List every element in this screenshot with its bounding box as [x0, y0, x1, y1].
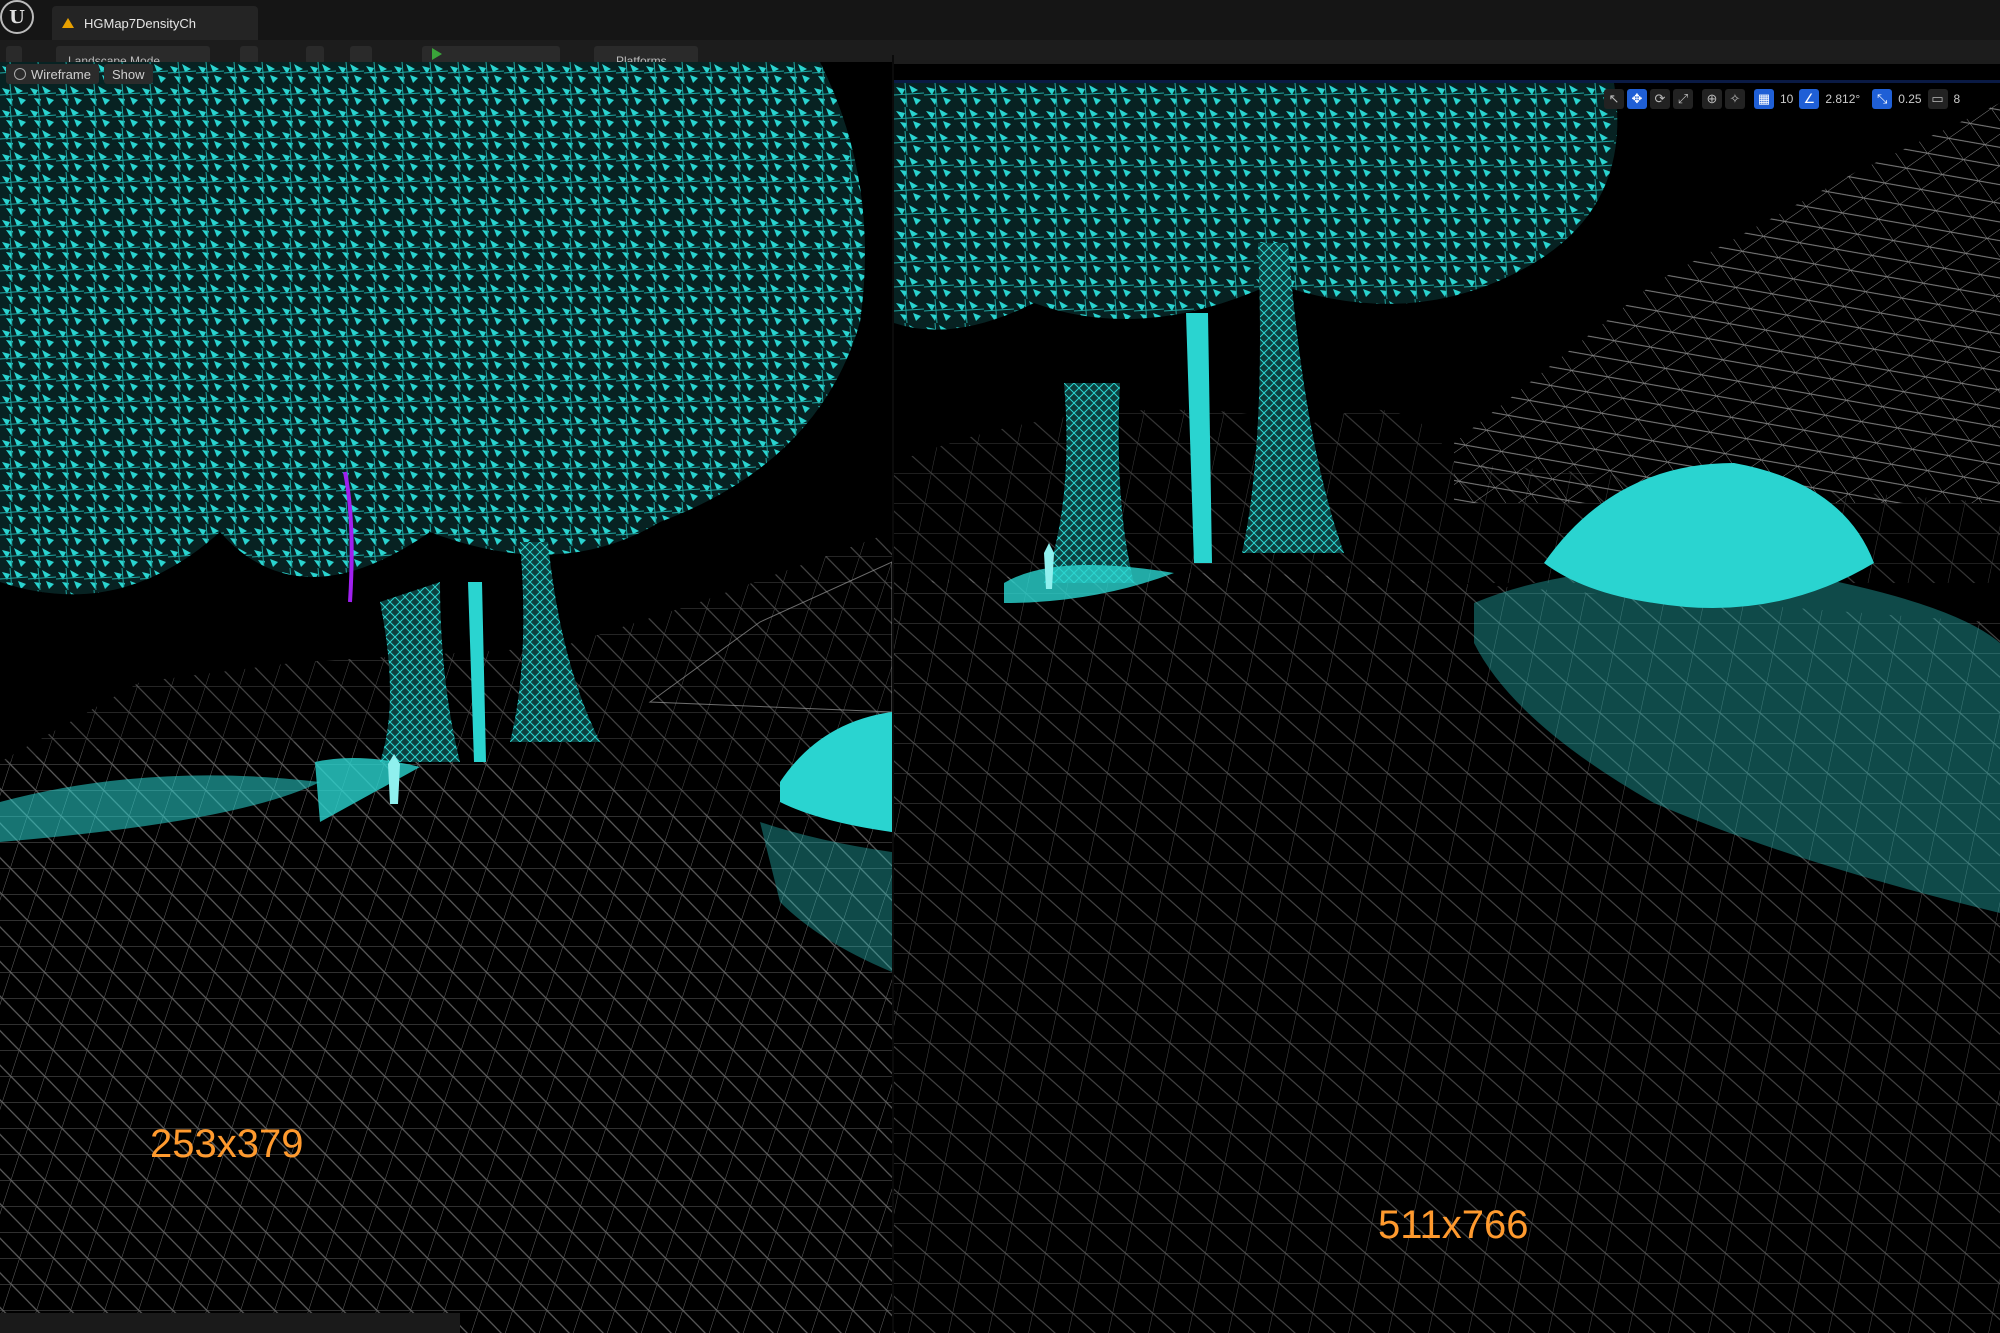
surface-snap-icon[interactable]: ✧: [1725, 89, 1745, 109]
warning-icon: [62, 18, 74, 28]
wireframe-scene-right: [894, 83, 2000, 1333]
title-bar: U HGMap7DensityCh: [0, 0, 2000, 40]
grid-snap-value[interactable]: 10: [1777, 92, 1796, 106]
viewport-transform-toolbar: ↖ ✥ ⟳ ⤢ ⊕ ✧ ▦ 10 ∠ 2.812° ⤡ 0.25 ▭ 8: [1604, 88, 1963, 110]
view-mode-icon: [14, 68, 26, 80]
grid-icon[interactable]: ▦: [1754, 89, 1774, 109]
wireframe-scene-left: [0, 62, 892, 1333]
rotate-icon[interactable]: ⟳: [1650, 89, 1670, 109]
viewport-left[interactable]: 253x379: [0, 62, 892, 1333]
scale-snap-value[interactable]: 0.25: [1895, 92, 1924, 106]
main-toolbar: Landscape Mode Platforms: [0, 40, 2000, 64]
scale-icon[interactable]: ⤢: [1673, 89, 1693, 109]
level-tab-title: HGMap7DensityCh: [84, 15, 196, 31]
translate-icon[interactable]: ✥: [1627, 89, 1647, 109]
camera-speed-value[interactable]: 8: [1951, 92, 1964, 106]
viewport-right[interactable]: 511x766: [894, 83, 2000, 1333]
bottom-panel-strip: [0, 1313, 460, 1333]
world-icon[interactable]: ⊕: [1702, 89, 1722, 109]
level-tab[interactable]: HGMap7DensityCh: [52, 6, 258, 40]
select-icon[interactable]: ↖: [1604, 89, 1624, 109]
scale-snap-icon[interactable]: ⤡: [1872, 89, 1893, 109]
resolution-label-right: 511x766: [1378, 1203, 1529, 1247]
camera-icon[interactable]: ▭: [1927, 89, 1948, 109]
view-mode-label: Wireframe: [31, 66, 91, 82]
rotation-snap-value[interactable]: 2.812°: [1822, 92, 1863, 106]
play-icon[interactable]: [432, 48, 442, 60]
view-mode-button[interactable]: Wireframe: [6, 64, 99, 84]
angle-icon[interactable]: ∠: [1799, 89, 1820, 109]
unreal-logo-icon[interactable]: U: [0, 0, 34, 34]
show-button[interactable]: Show: [104, 64, 153, 84]
resolution-label-left: 253x379: [150, 1122, 304, 1166]
